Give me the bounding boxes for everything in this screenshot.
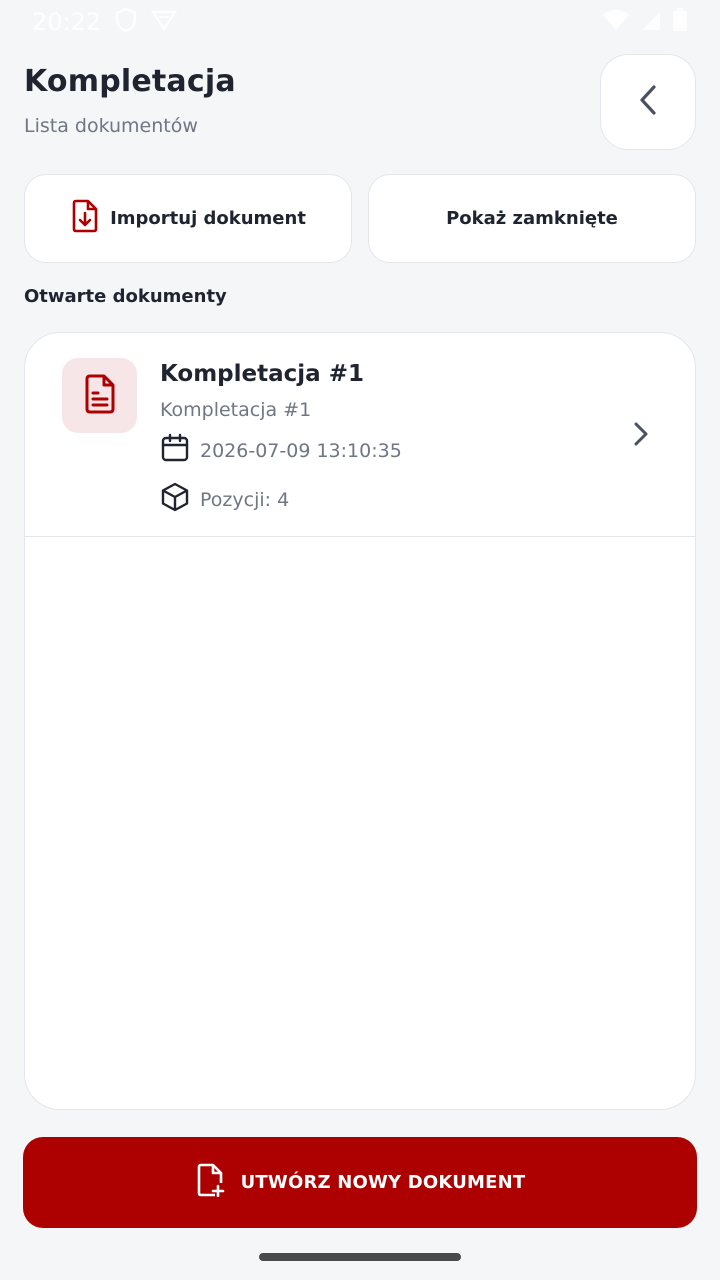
shield-icon — [115, 7, 137, 37]
file-download-icon — [70, 199, 100, 238]
signal-icon — [640, 9, 662, 35]
home-indicator[interactable] — [259, 1253, 461, 1261]
status-time: 20:22 — [32, 8, 102, 36]
vpn-icon — [150, 9, 178, 35]
status-right — [602, 8, 688, 36]
page-header: Kompletacja Lista dokumentów — [24, 64, 584, 137]
action-row: Importuj dokument Pokaż zamknięte — [24, 174, 696, 263]
create-document-button[interactable]: UTWÓRZ NOWY DOKUMENT — [23, 1137, 697, 1228]
open-documents-heading: Otwarte dokumenty — [24, 286, 227, 307]
file-plus-icon — [195, 1163, 225, 1202]
file-text-icon — [83, 374, 117, 418]
page-title: Kompletacja — [24, 64, 236, 99]
battery-icon — [672, 8, 688, 36]
page-subtitle: Lista dokumentów — [24, 115, 198, 137]
back-button[interactable] — [600, 54, 696, 150]
document-positions: Pozycji: 4 — [200, 488, 290, 511]
import-document-button[interactable]: Importuj dokument — [24, 174, 352, 263]
document-row[interactable]: Kompletacja #1 Kompletacja #1 2026-07-09… — [25, 333, 695, 537]
document-date-row: 2026-07-09 13:10:35 — [160, 433, 402, 468]
box-icon — [160, 482, 190, 517]
create-document-label: UTWÓRZ NOWY DOKUMENT — [240, 1172, 526, 1193]
document-positions-row: Pozycji: 4 — [160, 482, 402, 517]
document-icon-box — [62, 358, 137, 433]
document-subtitle: Kompletacja #1 — [160, 399, 312, 421]
document-date: 2026-07-09 13:10:35 — [200, 439, 402, 462]
import-document-label: Importuj dokument — [110, 208, 306, 229]
status-bar: 20:22 — [0, 0, 720, 44]
calendar-icon — [160, 433, 190, 468]
chevron-left-icon — [637, 83, 659, 121]
chevron-right-icon[interactable] — [629, 419, 653, 449]
show-closed-button[interactable]: Pokaż zamknięte — [368, 174, 696, 263]
wifi-icon — [602, 9, 630, 35]
document-info: Kompletacja #1 Kompletacja #1 2026-07-09… — [160, 361, 402, 517]
status-left: 20:22 — [32, 7, 178, 37]
document-title: Kompletacja #1 — [160, 361, 364, 387]
show-closed-label: Pokaż zamknięte — [446, 208, 618, 229]
documents-list: Kompletacja #1 Kompletacja #1 2026-07-09… — [24, 332, 696, 1110]
